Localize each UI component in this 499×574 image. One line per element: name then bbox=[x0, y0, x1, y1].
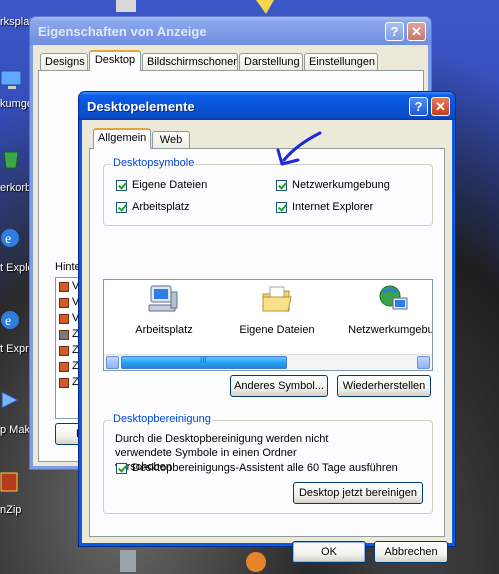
dialog-titlebar[interactable]: Desktopelemente ? ✕ bbox=[79, 92, 455, 120]
checkbox-label: Eigene Dateien bbox=[132, 179, 208, 191]
desktop-label-3[interactable]: erkorb bbox=[0, 182, 31, 194]
desktop-label-7[interactable]: nZip bbox=[0, 504, 21, 516]
desktop-label-6[interactable]: p Mak bbox=[0, 424, 30, 436]
list-item-label: Arbeitsplatz bbox=[135, 324, 193, 336]
tab-screensaver[interactable]: Bildschirmschoner bbox=[142, 53, 238, 71]
scroll-left-icon[interactable] bbox=[106, 356, 119, 369]
checkbox-label: Internet Explorer bbox=[292, 201, 374, 213]
scroll-right-icon[interactable] bbox=[417, 356, 430, 369]
desktop-label-1[interactable]: rksplat bbox=[0, 16, 32, 28]
tool-icon[interactable] bbox=[116, 548, 140, 572]
shortcut-icon[interactable] bbox=[116, 0, 136, 12]
checkbox-my-computer[interactable]: Arbeitsplatz bbox=[116, 201, 189, 213]
desktop-icons-group: Desktopsymbole Eigene Dateien Netzwerkum… bbox=[103, 157, 433, 226]
computer-icon bbox=[148, 285, 178, 312]
checkbox-box[interactable] bbox=[116, 201, 127, 213]
network-icon bbox=[379, 285, 408, 310]
scroll-thumb[interactable]: III bbox=[121, 356, 287, 369]
help-icon[interactable]: ? bbox=[409, 97, 428, 116]
cancel-button[interactable]: Abbrechen bbox=[374, 541, 448, 563]
documents-folder-icon bbox=[262, 286, 292, 312]
tab-general[interactable]: Allgemein bbox=[93, 128, 151, 149]
list-item-network[interactable]: Netzwerkumgebun bbox=[344, 284, 433, 336]
list-item-label: Netzwerkumgebun bbox=[348, 324, 433, 336]
internet-explorer-icon[interactable]: e bbox=[0, 226, 24, 250]
scroll-grip: III bbox=[200, 356, 207, 365]
cleanup-now-button[interactable]: Desktop jetzt bereinigen bbox=[293, 482, 423, 504]
restore-default-button[interactable]: Wiederherstellen bbox=[337, 375, 431, 397]
svg-text:e: e bbox=[5, 232, 11, 247]
desktop-cleanup-group-label: Desktopbereinigung bbox=[111, 413, 213, 425]
desktop-icons-group-label: Desktopsymbole bbox=[111, 157, 197, 169]
tab-web[interactable]: Web bbox=[152, 131, 190, 149]
media-maker-icon[interactable] bbox=[0, 388, 24, 412]
tab-desktop[interactable]: Desktop bbox=[89, 50, 141, 71]
checkbox-box[interactable] bbox=[116, 462, 127, 474]
internet-explorer-icon[interactable]: e bbox=[0, 308, 24, 332]
checkbox-label: Desktopbereinigungs-Assistent alle 60 Ta… bbox=[132, 462, 398, 474]
checkbox-label: Arbeitsplatz bbox=[132, 201, 190, 213]
checkbox-internet-explorer[interactable]: Internet Explorer bbox=[276, 201, 373, 213]
tab-settings[interactable]: Einstellungen bbox=[304, 53, 378, 71]
checkbox-cleanup-wizard[interactable]: Desktopbereinigungs-Assistent alle 60 Ta… bbox=[116, 462, 398, 474]
ok-button[interactable]: OK bbox=[292, 541, 366, 563]
tab-appearance[interactable]: Darstellung bbox=[239, 53, 303, 71]
star-icon[interactable] bbox=[244, 0, 274, 14]
list-item-my-documents[interactable]: Eigene Dateien bbox=[232, 284, 322, 336]
annotation-arrow-icon bbox=[276, 131, 322, 166]
horizontal-scrollbar[interactable]: III bbox=[104, 354, 432, 370]
winzip-icon[interactable] bbox=[0, 470, 24, 494]
window-title: Eigenschaften von Anzeige bbox=[38, 24, 207, 39]
checkbox-my-documents[interactable]: Eigene Dateien bbox=[116, 179, 207, 191]
checkbox-box[interactable] bbox=[276, 179, 287, 191]
checkbox-label: Netzwerkumgebung bbox=[292, 179, 390, 191]
change-icon-button[interactable]: Anderes Symbol... bbox=[230, 375, 328, 397]
close-icon[interactable]: ✕ bbox=[431, 97, 450, 116]
desktop-icon-list[interactable]: Arbeitsplatz Eigene Dateien Netzwerkumge… bbox=[103, 279, 433, 371]
dialog-title: Desktopelemente bbox=[87, 99, 195, 114]
recycle-bin-icon[interactable] bbox=[0, 146, 24, 170]
list-item-my-computer[interactable]: Arbeitsplatz bbox=[119, 284, 209, 336]
desktop-items-dialog: Desktopelemente ? ✕ Allgemein Web Deskto… bbox=[78, 91, 456, 563]
dialog-client: Allgemein Web Desktopsymbole Eigene Date… bbox=[82, 120, 452, 563]
tab-designs[interactable]: Designs bbox=[40, 53, 88, 71]
checkbox-network[interactable]: Netzwerkumgebung bbox=[276, 179, 390, 191]
firefox-icon[interactable] bbox=[244, 548, 268, 572]
display-properties-titlebar[interactable]: Eigenschaften von Anzeige ? ✕ bbox=[30, 17, 431, 45]
help-icon[interactable]: ? bbox=[385, 22, 404, 41]
checkbox-box[interactable] bbox=[116, 179, 127, 191]
list-item-label: Eigene Dateien bbox=[239, 324, 315, 336]
desktop-cleanup-group: Desktopbereinigung Durch die Desktopbere… bbox=[103, 413, 433, 514]
monitor-icon[interactable] bbox=[0, 68, 24, 92]
close-icon[interactable]: ✕ bbox=[407, 22, 426, 41]
checkbox-box[interactable] bbox=[276, 201, 287, 213]
general-tab-panel: Desktopsymbole Eigene Dateien Netzwerkum… bbox=[89, 148, 445, 537]
svg-text:e: e bbox=[5, 314, 11, 329]
